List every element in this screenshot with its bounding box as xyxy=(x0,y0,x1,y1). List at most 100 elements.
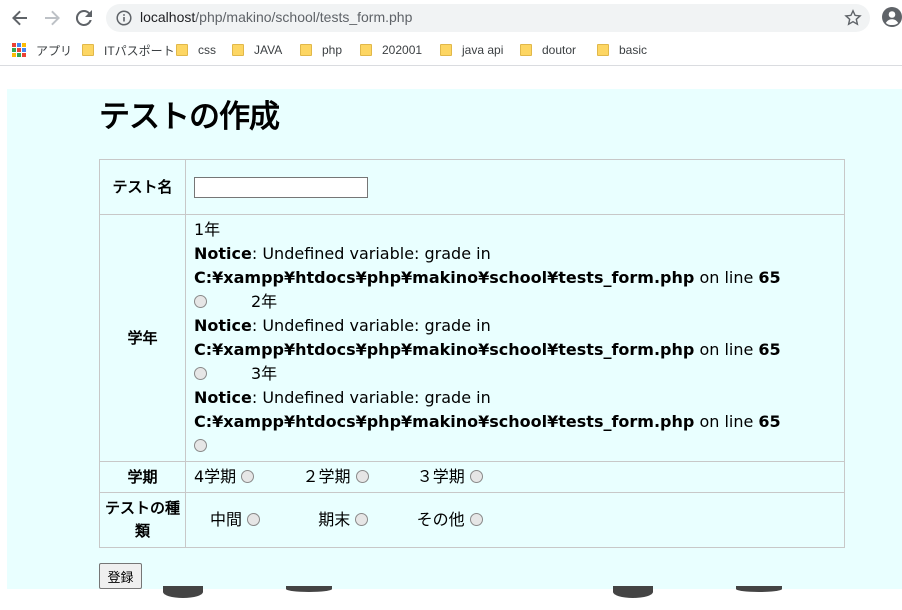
php-notice-path: C:¥xampp¥htdocs¥php¥makino¥school¥tests_… xyxy=(194,410,836,434)
bookmark-label: basic xyxy=(619,43,648,57)
bookmark-folder[interactable]: php xyxy=(300,42,342,58)
notice-path: C:¥xampp¥htdocs¥php¥makino¥school¥tests_… xyxy=(194,340,695,359)
term-radio-1[interactable] xyxy=(241,470,255,483)
term-radio-3[interactable] xyxy=(469,470,483,483)
bookmark-folder[interactable]: JAVA xyxy=(232,42,282,58)
php-notice: Notice: Undefined variable: grade in xyxy=(194,314,836,338)
type-radio-2[interactable] xyxy=(355,513,369,526)
test-name-input[interactable] xyxy=(194,176,368,198)
grade-option-label: 3年 xyxy=(251,364,278,383)
grade-radio-2[interactable] xyxy=(194,367,207,380)
notice-online: on line xyxy=(694,340,759,359)
grade-option-label: 2年 xyxy=(251,292,278,311)
notice-lineno: 65 xyxy=(758,412,781,431)
folder-icon xyxy=(232,44,244,56)
decorative-shape xyxy=(163,586,203,598)
type-radio-3[interactable] xyxy=(469,513,483,526)
folder-icon xyxy=(597,44,609,56)
bookmark-folder[interactable]: ITパスポート xyxy=(82,42,175,58)
form-row-term: 学期 4学期 ２学期 ３学期 xyxy=(99,461,845,493)
term-options: 4学期 ２学期 ３学期 xyxy=(194,465,836,489)
notice-path: C:¥xampp¥htdocs¥php¥makino¥school¥tests_… xyxy=(194,268,695,287)
test-type-label: テストの種類 xyxy=(99,492,186,548)
folder-icon xyxy=(360,44,372,56)
type-option-label: その他 xyxy=(416,510,465,529)
folder-icon xyxy=(520,44,532,56)
reload-icon[interactable] xyxy=(72,6,96,30)
term-radio-2[interactable] xyxy=(355,470,369,483)
submit-button[interactable]: 登録 xyxy=(99,563,142,589)
grade-label: 学年 xyxy=(99,214,186,462)
bookmark-label: php xyxy=(322,43,343,57)
folder-icon xyxy=(176,44,188,56)
notice-lineno: 65 xyxy=(758,340,781,359)
type-option-label: 中間 xyxy=(210,510,243,529)
bookmark-star-icon[interactable] xyxy=(844,9,862,27)
page-title: テストの作成 xyxy=(99,99,280,135)
bookmark-label: アプリ xyxy=(36,43,73,58)
forward-arrow-icon[interactable] xyxy=(40,6,64,30)
apps-grid-icon xyxy=(12,43,26,57)
folder-icon xyxy=(300,44,312,56)
notice-online: on line xyxy=(694,268,759,287)
term-option-label: ３学期 xyxy=(416,467,465,486)
notice-word: Notice xyxy=(194,316,252,335)
page-viewport: テストの作成 テスト名 学年 1年 Notice: Undefined vari… xyxy=(0,67,902,610)
term-label: 学期 xyxy=(99,461,186,493)
bookmark-label: css xyxy=(198,43,216,57)
notice-path: C:¥xampp¥htdocs¥php¥makino¥school¥tests_… xyxy=(194,412,695,431)
back-arrow-icon[interactable] xyxy=(8,6,32,30)
grade-option-row: 3年 xyxy=(194,362,836,386)
notice-online: on line xyxy=(694,412,759,431)
bookmark-label: JAVA xyxy=(254,43,283,57)
test-name-cell xyxy=(185,159,845,215)
grade-radio-1[interactable] xyxy=(194,295,207,308)
notice-text: : Undefined variable: grade in xyxy=(251,244,491,263)
bookmark-label: doutor xyxy=(542,43,577,57)
notice-lineno: 65 xyxy=(758,268,781,287)
bookmarks-bar: アプリ ITパスポート css JAVA php 202001 java api… xyxy=(0,34,902,66)
bookmark-folder[interactable]: 202001 xyxy=(360,42,422,58)
decorative-shape xyxy=(736,586,782,592)
notice-word: Notice xyxy=(194,388,252,407)
folder-icon xyxy=(440,44,452,56)
bookmark-folder[interactable]: basic xyxy=(597,42,647,58)
test-name-label: テスト名 xyxy=(99,159,186,215)
folder-icon xyxy=(82,44,94,56)
bookmark-label: ITパスポート xyxy=(104,43,175,58)
form-row-name: テスト名 xyxy=(99,159,845,215)
test-form-table: テスト名 学年 1年 Notice: Undefined variable: g… xyxy=(99,159,845,548)
bookmark-label: java api xyxy=(462,43,504,57)
term-cell: 4学期 ２学期 ３学期 xyxy=(185,461,845,493)
browser-toolbar: localhost/php/makino/school/tests_form.p… xyxy=(0,0,902,34)
grade-option-label: 1年 xyxy=(194,220,221,239)
url-host: localhost xyxy=(140,9,196,25)
decorative-shape xyxy=(286,586,332,592)
grade-option-row: 2年 xyxy=(194,290,836,314)
php-notice: Notice: Undefined variable: grade in xyxy=(194,386,836,410)
notice-word: Notice xyxy=(194,244,252,263)
php-notice-path: C:¥xampp¥htdocs¥php¥makino¥school¥tests_… xyxy=(194,266,836,290)
php-notice: Notice: Undefined variable: grade in xyxy=(194,242,836,266)
type-options: 中間 期末 その他 xyxy=(194,508,836,532)
bookmark-folder[interactable]: css xyxy=(176,42,216,58)
bookmark-apps[interactable]: アプリ xyxy=(12,42,72,58)
notice-text: : Undefined variable: grade in xyxy=(251,388,491,407)
decorative-shape xyxy=(613,586,653,598)
bookmark-folder[interactable]: doutor xyxy=(520,42,576,58)
php-notice-path: C:¥xampp¥htdocs¥php¥makino¥school¥tests_… xyxy=(194,338,836,362)
account-avatar-icon[interactable] xyxy=(882,7,902,27)
test-type-cell: 中間 期末 その他 xyxy=(185,492,845,548)
type-radio-1[interactable] xyxy=(247,513,261,526)
term-option-label: 4学期 xyxy=(194,467,237,486)
form-row-type: テストの種類 中間 期末 その他 xyxy=(99,492,845,548)
bookmark-folder[interactable]: java api xyxy=(440,42,503,58)
grade-radio-3[interactable] xyxy=(194,439,207,452)
bookmark-label: 202001 xyxy=(382,43,423,57)
site-info-icon[interactable] xyxy=(116,10,132,26)
address-bar[interactable]: localhost/php/makino/school/tests_form.p… xyxy=(106,4,870,32)
grade-option-row xyxy=(194,434,836,458)
type-option-label: 期末 xyxy=(318,510,351,529)
term-option-label: ２学期 xyxy=(302,467,351,486)
url-text: localhost/php/makino/school/tests_form.p… xyxy=(140,9,412,25)
